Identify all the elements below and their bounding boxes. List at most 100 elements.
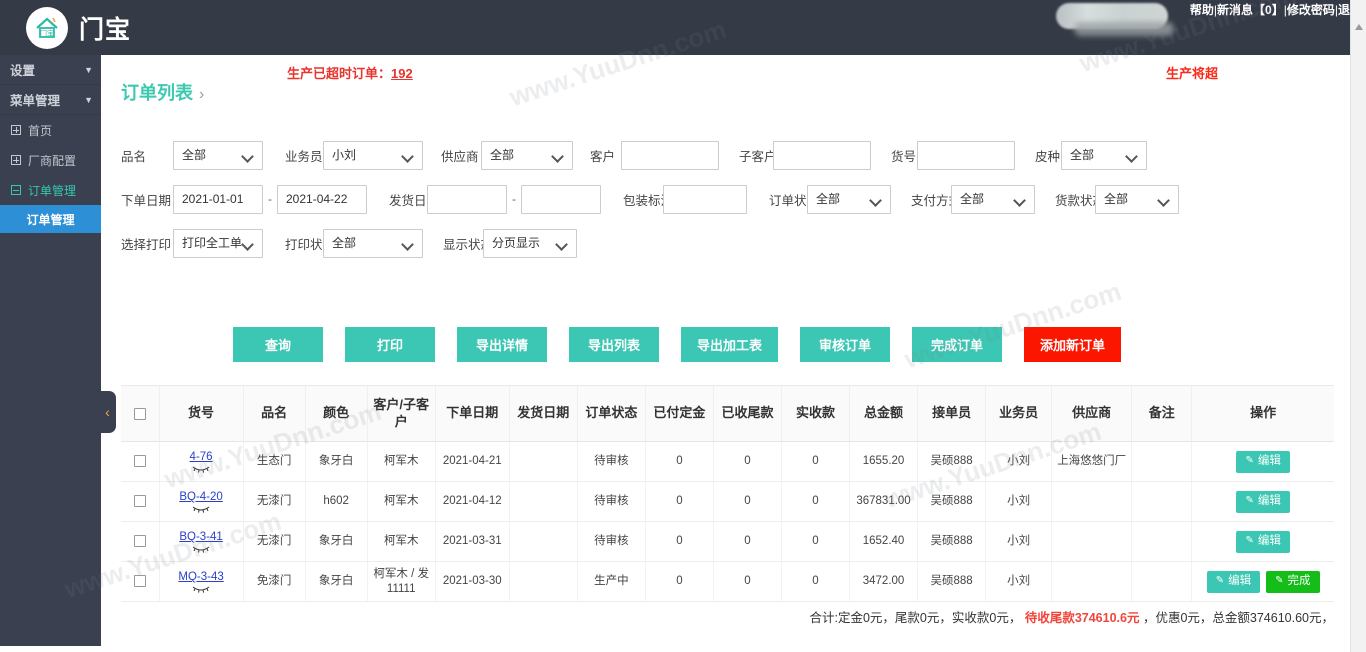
ship-date-range-dash: -: [512, 192, 516, 206]
action-button-1[interactable]: 打印: [345, 327, 435, 362]
overtime-orders-count[interactable]: 192: [391, 66, 413, 81]
column-header-4: 客户/子客户: [366, 385, 436, 442]
scroll-up-arrow-icon[interactable]: [1355, 24, 1363, 30]
actual-received-cell: 0: [780, 521, 850, 562]
order-status-cell: 生产中: [576, 561, 646, 602]
operation-button-label: 完成: [1287, 575, 1311, 588]
order-code-link[interactable]: BQ-3-41: [179, 531, 222, 543]
select-payment-method[interactable]: 全部: [951, 184, 1035, 214]
order-code-cell[interactable]: BQ-4-20: [158, 481, 244, 522]
action-button-6[interactable]: 完成订单: [912, 327, 1003, 362]
row-checkbox[interactable]: [133, 535, 146, 548]
overtime-orders-alert[interactable]: 生产已超时订单：192: [287, 63, 413, 82]
sidebar-item-home[interactable]: 首页: [0, 115, 101, 145]
sidebar-item-vendor-config[interactable]: 厂商配置: [0, 145, 101, 175]
customer-cell: 柯军木 / 发11111: [366, 561, 436, 602]
input-order-date-from[interactable]: [173, 184, 263, 214]
deposit-cell: 0: [644, 441, 714, 482]
action-button-2[interactable]: 导出详情: [457, 327, 547, 362]
actual-received-cell: 0: [780, 481, 850, 522]
page-scrollbar[interactable]: [1350, 0, 1366, 652]
sidebar-group-settings[interactable]: 设置 ▼: [0, 55, 101, 85]
column-header-14: 供应商: [1051, 385, 1132, 442]
order-code-link[interactable]: MQ-3-43: [178, 571, 223, 583]
select-print-selection[interactable]: 打印全工单: [173, 228, 263, 258]
select-all-checkbox-header[interactable]: [121, 385, 160, 442]
order-taker-cell: 吴硕888: [917, 521, 986, 562]
sidebar-collapse-handle[interactable]: ‹: [99, 391, 116, 433]
input-customer[interactable]: [621, 140, 719, 170]
sidebar-group-menu-management[interactable]: 菜单管理 ▼: [0, 85, 101, 115]
select-product-name[interactable]: 全部: [173, 140, 263, 170]
order-code-cell[interactable]: 4-76: [158, 441, 244, 482]
complete-button[interactable]: ✎ 完成: [1266, 570, 1320, 593]
row-checkbox-cell[interactable]: [121, 521, 160, 562]
row-checkbox-cell[interactable]: [121, 561, 160, 602]
sidebar-subitem-order-management[interactable]: 订单管理: [0, 205, 101, 233]
svg-text:门宝: 门宝: [40, 29, 54, 38]
order-code-cell[interactable]: BQ-3-41: [158, 521, 244, 562]
balance-received-cell: 0: [712, 481, 782, 522]
operation-button-label: 编辑: [1257, 535, 1281, 548]
select-salesperson-wrap: 小刘: [323, 140, 423, 170]
action-button-0[interactable]: 查询: [233, 327, 323, 362]
select-supplier[interactable]: 全部: [481, 140, 573, 170]
pencil-icon: ✎: [1245, 455, 1254, 467]
input-item-code[interactable]: [917, 140, 1015, 170]
row-checkbox-cell[interactable]: [121, 481, 160, 522]
input-order-date-to[interactable]: [277, 184, 367, 214]
label-customer: 客户: [590, 149, 616, 164]
column-header-9: 已收尾款: [712, 385, 782, 442]
row-checkbox[interactable]: [133, 455, 146, 468]
row-checkbox[interactable]: [133, 575, 146, 588]
filter-row-2: 下单日期 - 发货日期 - 包装标注 订单状态 全部 支付方式 全部 货款状态: [101, 177, 1350, 221]
row-checkbox-cell[interactable]: [121, 441, 160, 482]
table-row: 4-76 生态门 象牙白 柯军木 2021-04-21 待审核 0 0 0 1655.20 吴硕88…: [121, 441, 1334, 482]
action-button-5[interactable]: 审核订单: [800, 327, 891, 362]
main-content: 生产已超时订单：192 生产将超 订单列表 › 品名 全部 业务员 小刘 供应商 …: [101, 55, 1350, 652]
upcoming-overtime-alert[interactable]: 生产将超: [1166, 63, 1218, 82]
row-checkbox[interactable]: [133, 495, 146, 508]
select-salesperson[interactable]: 小刘: [323, 140, 423, 170]
order-code-link[interactable]: BQ-4-20: [179, 491, 222, 503]
edit-button[interactable]: ✎ 编辑: [1236, 450, 1290, 473]
expand-plus-icon-2: [11, 155, 21, 165]
label-display-mode: 显示状态: [443, 237, 494, 252]
pencil-icon: ✎: [1245, 495, 1254, 507]
select-supplier-wrap: 全部: [481, 140, 573, 170]
select-payment-status[interactable]: 全部: [1095, 184, 1179, 214]
input-sub-customer[interactable]: [773, 140, 871, 170]
select-display-mode[interactable]: 分页显示: [483, 228, 577, 258]
sidebar-item-home-label: 首页: [28, 123, 53, 138]
order-code-link[interactable]: 4-76: [190, 451, 213, 463]
table-body: 4-76 生态门 象牙白 柯军木 2021-04-21 待审核 0 0 0 1655.20 吴硕88…: [121, 441, 1334, 602]
select-leather-type[interactable]: 全部: [1061, 140, 1147, 170]
select-all-checkbox[interactable]: [133, 407, 146, 420]
order-code-cell[interactable]: MQ-3-43: [158, 561, 244, 602]
change-password-link[interactable]: 修改密码: [1287, 3, 1335, 17]
select-order-status[interactable]: 全部: [807, 184, 891, 214]
new-message-link[interactable]: 新消息【0】: [1217, 3, 1284, 17]
sidebar-item-order-management[interactable]: 订单管理: [0, 175, 101, 205]
sidebar-item-vendor-config-label: 厂商配置: [28, 153, 77, 168]
column-header-10: 实收款: [780, 385, 850, 442]
action-button-3[interactable]: 导出列表: [569, 327, 659, 362]
action-button-4[interactable]: 导出加工表: [681, 327, 779, 362]
help-link[interactable]: 帮助: [1190, 3, 1214, 17]
edit-button[interactable]: ✎ 编辑: [1236, 490, 1290, 513]
order-taker-cell: 吴硕888: [917, 481, 986, 522]
input-ship-date-to[interactable]: [521, 184, 601, 214]
expand-plus-icon: [11, 125, 21, 135]
brand-logo[interactable]: 门宝 门宝: [26, 7, 131, 49]
input-ship-date-from[interactable]: [427, 184, 507, 214]
order-date-cell: 2021-04-21: [434, 441, 510, 482]
input-packing-note[interactable]: [663, 184, 747, 214]
action-button-7[interactable]: 添加新订单: [1024, 327, 1122, 362]
ship-date-cell: [508, 521, 578, 562]
deposit-cell: 0: [644, 521, 714, 562]
edit-button[interactable]: ✎ 编辑: [1236, 530, 1290, 553]
label-payment-method: 支付方式: [911, 193, 962, 208]
select-print-status[interactable]: 全部: [323, 228, 423, 258]
salesperson-cell: 小刘: [985, 441, 1052, 482]
edit-button[interactable]: ✎ 编辑: [1206, 570, 1261, 593]
